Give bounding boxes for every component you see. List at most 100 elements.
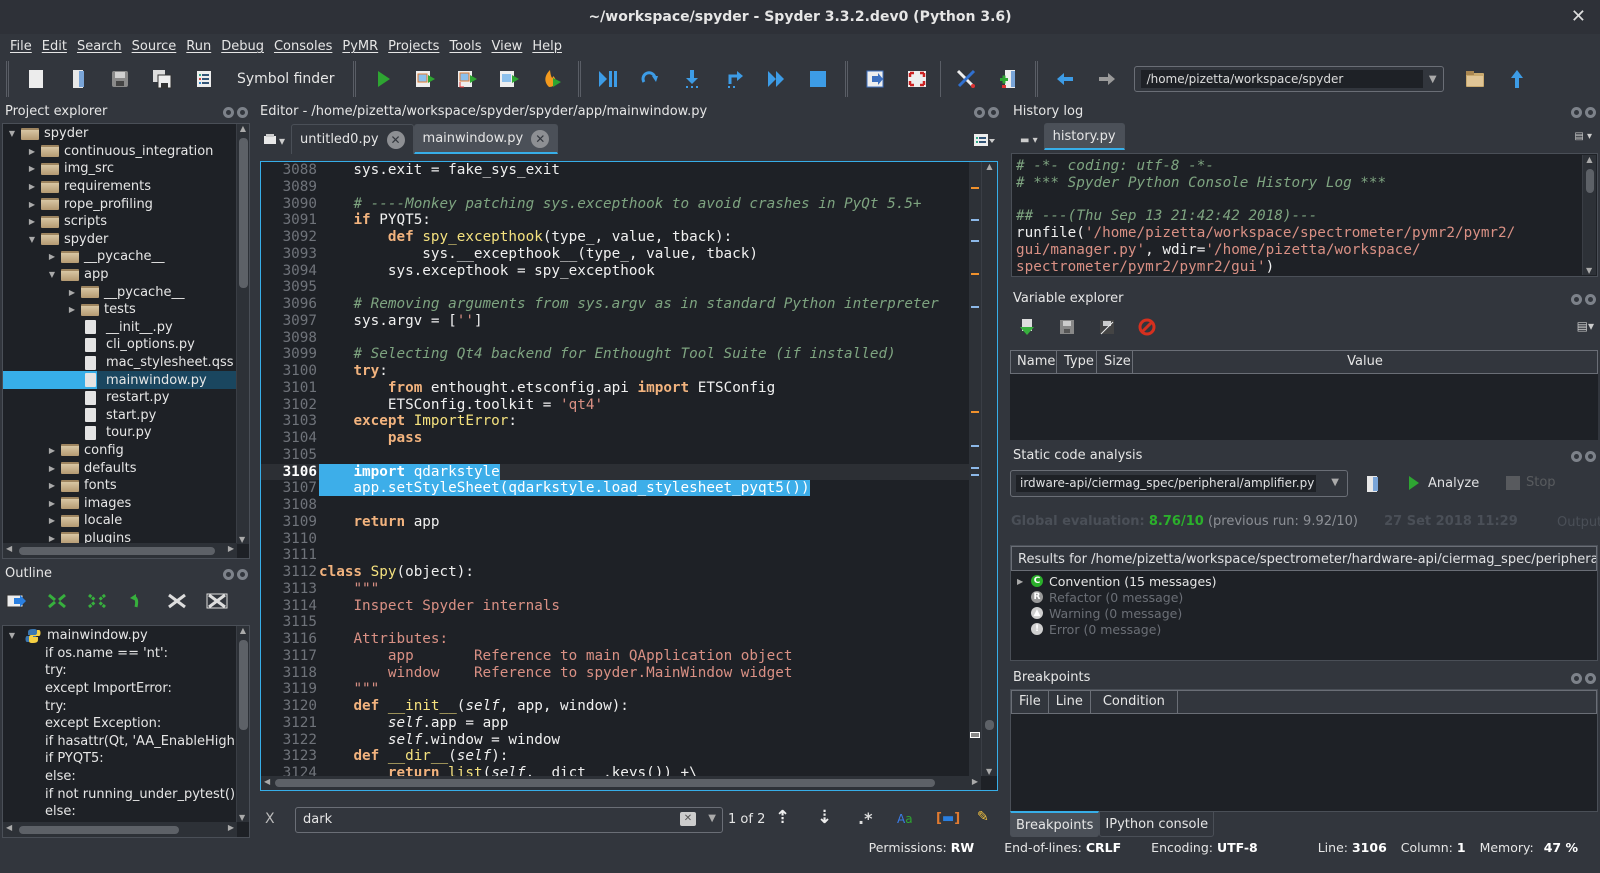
code-line[interactable]: 3108: [261, 497, 969, 514]
scroll-up-icon[interactable]: ▲: [237, 626, 249, 635]
code-line[interactable]: 3105: [261, 447, 969, 464]
line-number[interactable]: 3098: [261, 330, 317, 347]
scroll-up-icon[interactable]: ▲: [237, 124, 249, 133]
line-number[interactable]: 3100: [261, 363, 317, 380]
expand-arrow-icon[interactable]: ▶: [47, 534, 57, 543]
project-tree-hscrollbar[interactable]: ◀ ▶: [3, 543, 237, 558]
chevron-down-icon[interactable]: ▼: [1423, 74, 1437, 85]
undock-icon[interactable]: [1571, 673, 1582, 684]
whole-word-toggle[interactable]: [▬]: [936, 811, 960, 826]
tab-mainwindow[interactable]: mainwindow.py ✕: [413, 124, 559, 154]
code-line[interactable]: 3098: [261, 330, 969, 347]
close-pane-icon[interactable]: [1585, 673, 1596, 684]
import-data-icon[interactable]: [1018, 318, 1036, 336]
open-file-icon[interactable]: [1366, 475, 1380, 493]
tree-item[interactable]: ▶ defaults: [3, 459, 237, 477]
outline-item[interactable]: if os.name == 'nt':: [3, 645, 237, 663]
tree-item-selected[interactable]: mainwindow.py: [3, 371, 237, 389]
scroll-left-icon[interactable]: ◀: [264, 777, 270, 786]
close-pane-icon[interactable]: [1585, 294, 1596, 305]
step-into-button[interactable]: [675, 62, 709, 96]
find-previous-button[interactable]: ⇡: [775, 807, 790, 828]
dock-controls[interactable]: [223, 107, 248, 118]
tab-untitled0[interactable]: untitled0.py ✕: [291, 124, 414, 154]
flag-warning[interactable]: [971, 411, 979, 413]
code-line[interactable]: 3112 class Spy(object):: [261, 564, 969, 581]
stop-debug-button[interactable]: [801, 62, 835, 96]
expand-arrow-icon[interactable]: ▶: [67, 305, 77, 314]
line-number[interactable]: 3110: [261, 531, 317, 548]
back-button[interactable]: [1048, 62, 1082, 96]
code-line[interactable]: 3109 return app: [261, 514, 969, 531]
tree-item[interactable]: ▼ spyder: [3, 231, 237, 249]
close-pane-icon[interactable]: [237, 107, 248, 118]
code-line[interactable]: 3114 Inspect Spyder internals: [261, 598, 969, 615]
tree-item[interactable]: ▶ img_src: [3, 160, 237, 178]
undock-icon[interactable]: [1571, 107, 1582, 118]
line-number[interactable]: 3105: [261, 447, 317, 464]
menu-help[interactable]: Help: [532, 36, 568, 58]
expand-selection-icon[interactable]: [206, 593, 228, 609]
run-button[interactable]: [366, 62, 400, 96]
menu-projects[interactable]: Projects: [388, 36, 445, 58]
expand-arrow-icon[interactable]: ▶: [27, 217, 37, 226]
line-number[interactable]: 3124: [261, 765, 317, 776]
undock-icon[interactable]: [1571, 451, 1582, 462]
open-file-button[interactable]: [61, 62, 95, 96]
chevron-down-icon[interactable]: ▼: [1331, 477, 1339, 488]
scroll-down-icon[interactable]: ▼: [986, 767, 992, 776]
tree-item[interactable]: ▶ images: [3, 494, 237, 512]
scroll-thumb[interactable]: [19, 547, 215, 555]
collapse-all-icon[interactable]: [46, 593, 68, 609]
dock-controls[interactable]: [1571, 451, 1596, 462]
expand-arrow-icon[interactable]: ▶: [47, 464, 57, 473]
collapse-arrow-icon[interactable]: ▼: [27, 235, 37, 244]
line-number[interactable]: 3099: [261, 346, 317, 363]
expand-arrow-icon[interactable]: ▶: [67, 288, 77, 297]
find-input[interactable]: dark: [303, 812, 332, 827]
editor-vscrollbar[interactable]: ▲ ▼: [981, 162, 997, 776]
code-line[interactable]: 3094 sys.excepthook = spy_excepthook: [261, 263, 969, 280]
line-number[interactable]: 3102: [261, 397, 317, 414]
tree-item[interactable]: ▶ requirements: [3, 178, 237, 196]
scroll-left-icon[interactable]: ◀: [6, 544, 12, 553]
line-number[interactable]: 3118: [261, 665, 317, 682]
expand-arrow-icon[interactable]: ▶: [47, 252, 57, 261]
expand-arrow-icon[interactable]: ▶: [47, 516, 57, 525]
outline-item[interactable]: if not running_under_pytest():: [3, 785, 237, 803]
browse-tabs-button[interactable]: ▾: [263, 133, 285, 148]
project-tree-vscrollbar[interactable]: ▲ ▼: [236, 124, 249, 544]
scroll-right-icon[interactable]: ▶: [228, 823, 234, 832]
expand-arrow-icon[interactable]: ▶: [1017, 577, 1031, 586]
code-line[interactable]: 3095: [261, 279, 969, 296]
flag-occurrence[interactable]: [971, 474, 979, 476]
code-line[interactable]: 3091 if PYQT5:: [261, 212, 969, 229]
line-number[interactable]: 3104: [261, 430, 317, 447]
scroll-left-icon[interactable]: ◀: [6, 823, 12, 832]
code-line[interactable]: 3102 ETSConfig.toolkit = 'qt4': [261, 397, 969, 414]
tree-item[interactable]: ▶ scripts: [3, 213, 237, 231]
run-cell-button[interactable]: [408, 62, 442, 96]
undock-icon[interactable]: [974, 107, 985, 118]
run-selection-button[interactable]: [492, 62, 526, 96]
scroll-thumb[interactable]: [239, 640, 248, 730]
code-line[interactable]: 3124 return list(self.__dict__.keys()) +…: [261, 765, 969, 776]
scroll-thumb[interactable]: [985, 720, 994, 730]
tree-item[interactable]: ▼ app: [3, 266, 237, 284]
save-button[interactable]: [103, 62, 137, 96]
tree-item[interactable]: ▶ rope_profiling: [3, 195, 237, 213]
expand-arrow-icon[interactable]: ▶: [47, 499, 57, 508]
line-number[interactable]: 3107: [261, 480, 317, 497]
code-line[interactable]: 3097 sys.argv = ['']: [261, 313, 969, 330]
code-line[interactable]: 3122 self.window = window: [261, 732, 969, 749]
clear-search-icon[interactable]: ✕: [680, 812, 696, 826]
scroll-right-icon[interactable]: ▶: [228, 544, 234, 553]
editor-options-button[interactable]: [973, 133, 995, 151]
line-number[interactable]: 3090: [261, 196, 317, 213]
file-list-button[interactable]: [187, 62, 221, 96]
flag-warning[interactable]: [971, 273, 979, 275]
expand-all-icon[interactable]: [86, 593, 108, 609]
tree-item[interactable]: ▶ __pycache__: [3, 248, 237, 266]
highlight-matches-toggle[interactable]: ✎: [977, 809, 989, 825]
line-number[interactable]: 3116: [261, 631, 317, 648]
